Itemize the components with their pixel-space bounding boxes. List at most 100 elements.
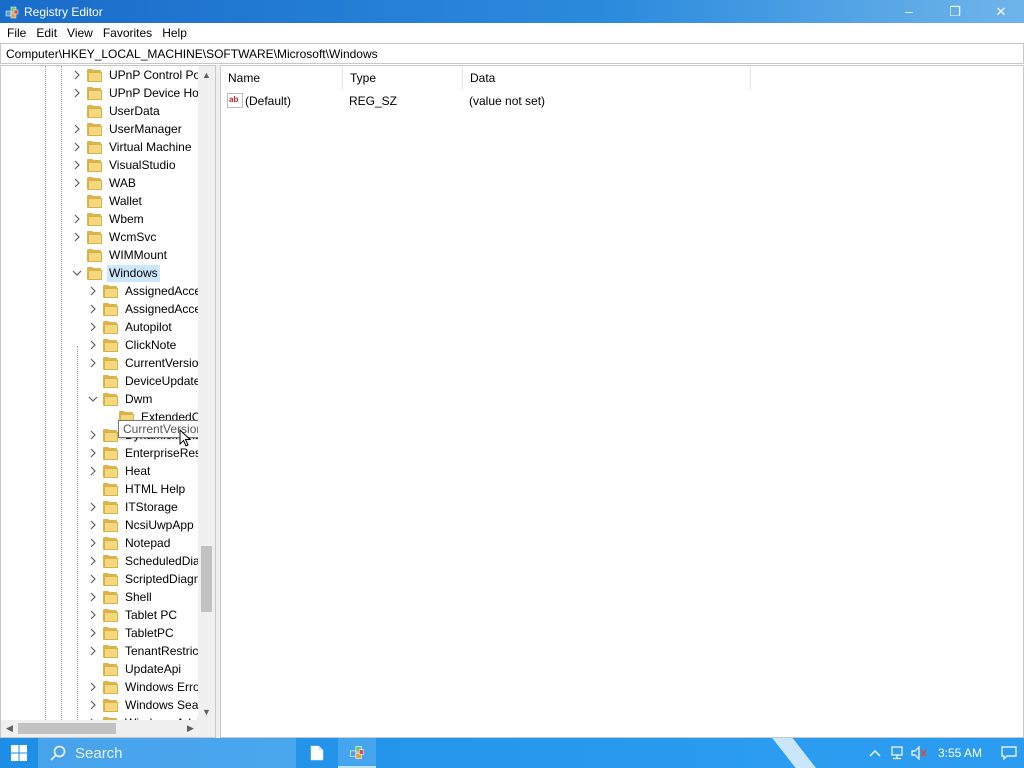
tree-item[interactable]: Wallet xyxy=(71,192,144,210)
expand-chevron-icon[interactable] xyxy=(71,210,83,228)
expand-chevron-icon[interactable] xyxy=(87,444,99,462)
tree-item[interactable]: UPnP Control Poi xyxy=(71,66,199,84)
tree-item[interactable]: WAB xyxy=(71,174,138,192)
close-button[interactable]: ✕ xyxy=(978,0,1024,23)
tree-item[interactable]: ScheduledDiag xyxy=(87,552,199,570)
network-icon[interactable] xyxy=(886,738,908,768)
tree-item[interactable]: Wbem xyxy=(71,210,146,228)
tree-vertical-scroll-thumb[interactable] xyxy=(201,546,212,612)
tree-item[interactable]: Virtual Machine xyxy=(71,138,194,156)
collapse-chevron-icon[interactable] xyxy=(71,264,83,282)
tree-item[interactable]: Autopilot xyxy=(87,318,174,336)
column-header-name[interactable]: Name xyxy=(221,66,343,90)
expand-chevron-icon[interactable] xyxy=(71,156,83,174)
tree-item[interactable]: Dwm xyxy=(87,390,154,408)
folder-icon xyxy=(103,374,119,388)
value-row[interactable]: ab (Default) REG_SZ (value not set) xyxy=(221,91,751,111)
notification-icon[interactable] xyxy=(994,738,1024,768)
taskbar: Search 3:55 AM xyxy=(0,738,1024,768)
tree-item[interactable]: HTML Help xyxy=(87,480,187,498)
tree-item[interactable]: CurrentVersion xyxy=(87,354,199,372)
tree-horizontal-scroll-thumb[interactable] xyxy=(18,723,116,734)
tree-vertical-scrollbar[interactable]: ▲ ▼ xyxy=(198,66,215,720)
tree-item[interactable]: Notepad xyxy=(87,534,172,552)
scroll-right-arrow-icon[interactable]: ▶ xyxy=(182,720,199,737)
maximize-button[interactable]: ❐ xyxy=(932,0,978,23)
expand-chevron-icon[interactable] xyxy=(87,300,99,318)
expand-chevron-icon[interactable] xyxy=(87,516,99,534)
expand-chevron-icon[interactable] xyxy=(87,426,99,444)
expand-chevron-icon[interactable] xyxy=(87,462,99,480)
expand-chevron-icon[interactable] xyxy=(87,534,99,552)
taskbar-file-explorer-button[interactable] xyxy=(298,738,336,768)
tree-item[interactable]: Heat xyxy=(87,462,152,480)
tree-item[interactable]: TenantRestrict xyxy=(87,642,199,660)
expand-chevron-icon[interactable] xyxy=(87,318,99,336)
column-header-type[interactable]: Type xyxy=(343,66,463,90)
expand-chevron-icon[interactable] xyxy=(87,678,99,696)
menu-view[interactable]: View xyxy=(62,23,98,43)
expand-chevron-icon[interactable] xyxy=(87,588,99,606)
key-tree-pane[interactable]: UPnP Control Poi UPnP Device Hos UserData U… xyxy=(0,65,216,738)
expand-chevron-icon[interactable] xyxy=(71,84,83,102)
folder-icon xyxy=(103,428,119,442)
menu-favorites[interactable]: Favorites xyxy=(98,23,157,43)
volume-muted-icon[interactable] xyxy=(908,738,930,768)
scroll-left-arrow-icon[interactable]: ◀ xyxy=(1,720,18,737)
start-button[interactable] xyxy=(0,738,38,768)
tree-item[interactable]: TabletPC xyxy=(87,624,176,642)
collapse-chevron-icon[interactable] xyxy=(87,390,99,408)
tree-item[interactable]: WcmSvc xyxy=(71,228,158,246)
address-bar[interactable]: Computer\HKEY_LOCAL_MACHINE\SOFTWARE\Mic… xyxy=(0,43,1024,64)
column-header-data[interactable]: Data xyxy=(463,66,751,90)
tree-item[interactable]: UserManager xyxy=(71,120,184,138)
menu-file[interactable]: File xyxy=(2,23,31,43)
expand-chevron-icon[interactable] xyxy=(87,642,99,660)
tree-item[interactable]: Windows Sear xyxy=(87,696,199,714)
tree-item[interactable]: UPnP Device Hos xyxy=(71,84,199,102)
tree-item[interactable]: ClickNote xyxy=(87,336,178,354)
taskbar-search-box[interactable]: Search xyxy=(38,738,296,768)
menu-edit[interactable]: Edit xyxy=(31,23,62,43)
expand-chevron-icon[interactable] xyxy=(71,66,83,84)
expand-chevron-icon[interactable] xyxy=(87,282,99,300)
expand-chevron-icon[interactable] xyxy=(71,138,83,156)
tree-item-label: EnterpriseResc xyxy=(125,445,199,460)
expand-chevron-icon[interactable] xyxy=(87,336,99,354)
tree-item[interactable]: Windows xyxy=(71,264,160,282)
tree-item[interactable]: ScriptedDiagn xyxy=(87,570,199,588)
menu-help[interactable]: Help xyxy=(157,23,192,43)
scroll-up-arrow-icon[interactable]: ▲ xyxy=(198,66,215,83)
tree-horizontal-scrollbar[interactable]: ◀ ▶ xyxy=(1,720,199,737)
tree-item[interactable]: Shell xyxy=(87,588,154,606)
tree-item[interactable]: VisualStudio xyxy=(71,156,178,174)
clock[interactable]: 3:55 AM xyxy=(930,746,994,760)
expand-chevron-icon[interactable] xyxy=(87,606,99,624)
expand-chevron-icon[interactable] xyxy=(87,696,99,714)
tree-item[interactable]: UserData xyxy=(71,102,162,120)
expand-chevron-icon[interactable] xyxy=(87,624,99,642)
show-hidden-icons-chevron-icon[interactable] xyxy=(864,738,886,768)
tree-item[interactable]: NcsiUwpApp xyxy=(87,516,196,534)
tree-item[interactable]: AssignedAcce xyxy=(87,300,199,318)
expand-chevron-icon[interactable] xyxy=(71,120,83,138)
minimize-button[interactable]: – xyxy=(886,0,932,23)
tree-item[interactable]: WIMMount xyxy=(71,246,169,264)
tree-item[interactable]: DeviceUpdate xyxy=(87,372,199,390)
scroll-down-arrow-icon[interactable]: ▼ xyxy=(198,703,215,720)
expand-chevron-icon[interactable] xyxy=(87,570,99,588)
tree-item[interactable]: Windows Error xyxy=(87,678,199,696)
expand-chevron-icon[interactable] xyxy=(71,174,83,192)
tree-item[interactable]: AssignedAcce xyxy=(87,282,199,300)
tree-item[interactable]: Tablet PC xyxy=(87,606,179,624)
tree-item[interactable]: ITStorage xyxy=(87,498,180,516)
expand-chevron-icon[interactable] xyxy=(87,354,99,372)
title-bar[interactable]: Registry Editor – ❐ ✕ xyxy=(0,0,1024,23)
tree-item-label: Shell xyxy=(125,589,152,604)
taskbar-registry-editor-button[interactable] xyxy=(338,738,376,768)
values-pane[interactable]: Name Type Data ab (Default) REG_SZ (valu… xyxy=(220,65,1024,738)
tree-item[interactable]: UpdateApi xyxy=(87,660,183,678)
expand-chevron-icon[interactable] xyxy=(87,498,99,516)
expand-chevron-icon[interactable] xyxy=(87,552,99,570)
expand-chevron-icon[interactable] xyxy=(71,228,83,246)
